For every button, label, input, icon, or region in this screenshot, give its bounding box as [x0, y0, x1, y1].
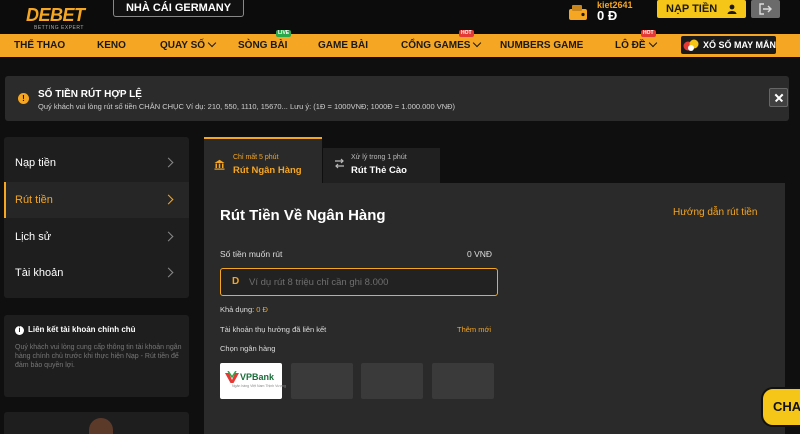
lottery-ball-icon: [683, 39, 699, 51]
chevron-right-icon: [163, 231, 174, 242]
chat-button[interactable]: CHA: [761, 387, 800, 427]
vpbank-logo-icon: [225, 371, 239, 383]
amount-input[interactable]: [249, 273, 489, 291]
live-badge: LIVE: [276, 30, 292, 37]
bank-option-empty[interactable]: [432, 363, 494, 399]
available-label: Khả dụng:: [220, 305, 255, 314]
lucky-lottery-label: XỔ SỐ MAY MẮN: [703, 40, 777, 50]
chevron-right-icon: [163, 194, 174, 205]
info-icon: i: [15, 326, 24, 335]
amount-converted: 0 VNĐ: [467, 249, 493, 259]
bank-option-empty[interactable]: [361, 363, 423, 399]
logo-text: DEBET: [26, 5, 85, 25]
account-sidebar: Nạp tiền Rút tiền Lịch sử Tài khoản: [4, 137, 189, 298]
tab-card-note: Xử lý trong 1 phút: [351, 154, 407, 161]
chat-label: CHA: [773, 399, 800, 414]
sidebar-item-label: Rút tiền: [15, 194, 53, 206]
wallet-icon: [569, 5, 587, 20]
nav-label: NUMBERS GAME: [500, 40, 584, 51]
amount-label: Số tiền muốn rút: [220, 249, 283, 259]
hot-badge: HOT: [641, 30, 656, 37]
user-icon: [727, 4, 737, 14]
nav-item-keno[interactable]: KENO: [97, 34, 126, 57]
tab-card-withdraw[interactable]: Xử lý trong 1 phút Rút Thẻ Cào: [323, 148, 440, 183]
nav-item-casino[interactable]: SÒNG BÀI LIVE: [238, 30, 292, 57]
sidebar-item-withdraw[interactable]: Rút tiền: [4, 182, 189, 218]
main-nav: THỂ THAO KENO QUAY SỐ SÒNG BÀI LIVE GAME …: [0, 30, 800, 57]
linked-account-label: Tài khoản thụ hưởng đã liên kết: [220, 325, 327, 334]
sidebar-item-history[interactable]: Lịch sử: [4, 219, 189, 255]
notice-text: Quý khách vui lòng rút số tiền CHẴN CHỤC…: [38, 102, 456, 111]
lucky-lottery-button[interactable]: XỔ SỐ MAY MẮN: [681, 36, 776, 54]
chevron-right-icon: [163, 267, 174, 278]
bank-subtitle: Ngân hàng Việt Nam Thịnh Vượng: [232, 384, 286, 388]
bank-icon: [214, 159, 225, 170]
nav-label: KENO: [97, 40, 126, 51]
nav-item-sports[interactable]: THỂ THAO: [14, 34, 65, 57]
sidebar-item-label: Lịch sử: [15, 231, 52, 243]
withdraw-guide-link[interactable]: Hướng dẫn rút tiền: [673, 207, 757, 218]
avatar: [89, 418, 113, 434]
hot-badge: HOT: [459, 30, 474, 37]
nav-label: LÔ ĐỀ: [615, 40, 646, 51]
tab-bank-note: Chỉ mất 5 phút: [233, 154, 279, 161]
chevron-down-icon: [648, 38, 657, 48]
chevron-down-icon: [473, 38, 482, 48]
nav-label: GAME BÀI: [318, 40, 368, 51]
logout-button[interactable]: [751, 0, 780, 18]
logo[interactable]: DEBET BETTING EXPERT: [12, 2, 92, 32]
sidebar-item-label: Nạp tiền: [15, 157, 56, 169]
account-link-info: i Liên kết tài khoản chính chủ Quý khách…: [4, 315, 189, 397]
user-balance: 0 Đ: [597, 8, 618, 23]
available-value: 0 Đ: [256, 305, 268, 314]
add-account-link[interactable]: Thêm mới: [457, 325, 491, 334]
nav-item-lo-de[interactable]: LÔ ĐỀ HOT: [615, 30, 657, 57]
nav-label: QUAY SỐ: [160, 40, 206, 51]
sidebar-item-account[interactable]: Tài khoản: [4, 255, 189, 291]
nav-item-numbers-game[interactable]: NUMBERS GAME: [500, 34, 583, 57]
currency-prefix: D: [232, 276, 240, 287]
close-icon[interactable]: [769, 88, 788, 107]
nav-item-lottery-draw[interactable]: QUAY SỐ: [160, 34, 217, 57]
brand-pill[interactable]: NHÀ CÁI GERMANY: [113, 0, 244, 17]
notice-title: SỐ TIỀN RÚT HỢP LỆ: [38, 89, 142, 100]
deposit-button-label: NẠP TIỀN: [666, 3, 718, 15]
info-text: Quý khách vui lòng cung cấp thông tin tà…: [15, 344, 182, 369]
card-swap-icon: [335, 158, 344, 169]
promo-card: [4, 412, 189, 434]
sidebar-item-deposit[interactable]: Nạp tiền: [4, 145, 189, 181]
logout-icon: [759, 3, 772, 15]
tab-bank-withdraw[interactable]: Chỉ mất 5 phút Rút Ngân Hàng: [204, 137, 322, 183]
available-balance: Khả dụng: 0 Đ: [220, 305, 268, 314]
withdraw-notice: ! SỐ TIỀN RÚT HỢP LỆ Quý khách vui lòng …: [5, 76, 789, 121]
nav-label: THỂ THAO: [14, 40, 66, 51]
header: DEBET BETTING EXPERT NHÀ CÁI GERMANY kie…: [0, 0, 800, 34]
logo-subtext: BETTING EXPERT: [34, 25, 84, 31]
withdraw-panel: Rút Tiền Về Ngân Hàng Hướng dẫn rút tiền…: [204, 183, 785, 434]
nav-label: SÒNG BÀI: [238, 40, 288, 51]
chevron-right-icon: [163, 157, 174, 168]
bank-option-vpbank[interactable]: VPBank Ngân hàng Việt Nam Thịnh Vượng: [220, 363, 286, 399]
nav-item-card-games[interactable]: GAME BÀI: [318, 34, 368, 57]
chevron-down-icon: [207, 38, 217, 48]
tab-bank-label: Rút Ngân Hàng: [233, 165, 302, 176]
deposit-button[interactable]: NẠP TIỀN: [657, 0, 746, 18]
choose-bank-label: Chọn ngân hàng: [220, 344, 276, 353]
bank-name: VPBank: [240, 372, 275, 382]
info-title: Liên kết tài khoản chính chủ: [28, 325, 136, 334]
sidebar-item-label: Tài khoản: [15, 267, 64, 279]
nav-label: CỔNG GAMES: [401, 40, 471, 51]
nav-item-game-portal[interactable]: CỔNG GAMES HOT: [401, 30, 482, 57]
bank-option-empty[interactable]: [291, 363, 353, 399]
tab-card-label: Rút Thẻ Cào: [351, 165, 407, 176]
warning-icon: !: [18, 93, 29, 104]
page-title: Rút Tiền Về Ngân Hàng: [220, 207, 386, 224]
amount-input-box: D: [220, 268, 498, 296]
